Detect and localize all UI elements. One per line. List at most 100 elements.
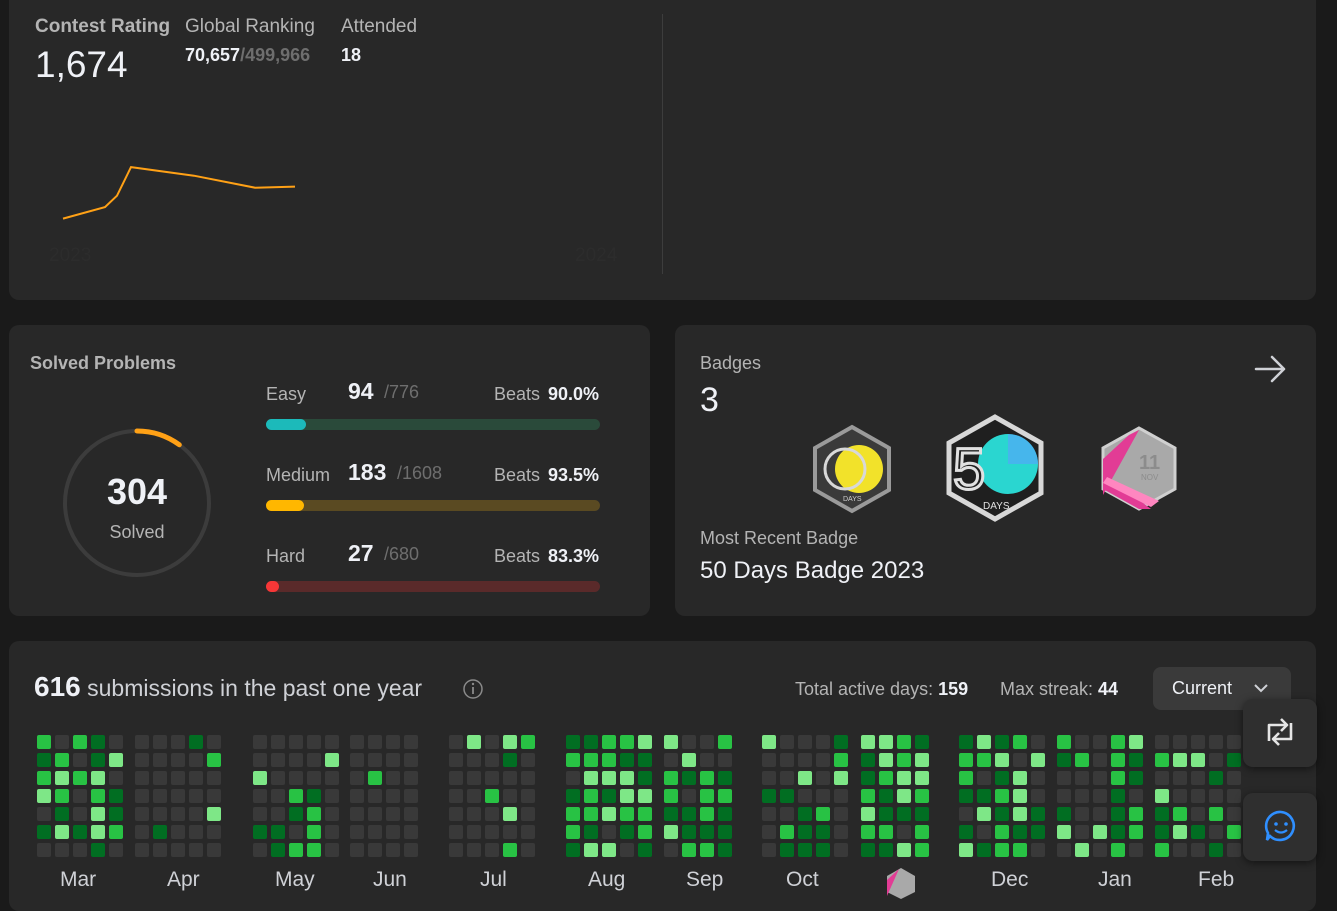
heatmap-day-cell[interactable] xyxy=(1173,753,1187,767)
heatmap-day-cell[interactable] xyxy=(271,789,285,803)
heatmap-day-cell[interactable] xyxy=(109,843,123,857)
heatmap-day-cell[interactable] xyxy=(253,735,267,749)
heatmap-day-cell[interactable] xyxy=(798,789,812,803)
heatmap-day-cell[interactable] xyxy=(1057,789,1071,803)
heatmap-day-cell[interactable] xyxy=(1129,771,1143,785)
heatmap-day-cell[interactable] xyxy=(700,789,714,803)
heatmap-day-cell[interactable] xyxy=(620,843,634,857)
heatmap-day-cell[interactable] xyxy=(404,843,418,857)
heatmap-day-cell[interactable] xyxy=(1129,807,1143,821)
heatmap-day-cell[interactable] xyxy=(879,753,893,767)
heatmap-day-cell[interactable] xyxy=(1173,825,1187,839)
heatmap-day-cell[interactable] xyxy=(1057,825,1071,839)
heatmap-day-cell[interactable] xyxy=(1191,807,1205,821)
heatmap-day-cell[interactable] xyxy=(91,789,105,803)
heatmap-day-cell[interactable] xyxy=(959,825,973,839)
heatmap-day-cell[interactable] xyxy=(253,825,267,839)
heatmap-day-cell[interactable] xyxy=(915,771,929,785)
heatmap-day-cell[interactable] xyxy=(718,825,732,839)
heatmap-day-cell[interactable] xyxy=(762,771,776,785)
heatmap-day-cell[interactable] xyxy=(485,825,499,839)
heatmap-day-cell[interactable] xyxy=(1227,825,1241,839)
heatmap-day-cell[interactable] xyxy=(816,753,830,767)
heatmap-day-cell[interactable] xyxy=(1111,843,1125,857)
heatmap-day-cell[interactable] xyxy=(682,753,696,767)
heatmap-day-cell[interactable] xyxy=(1093,753,1107,767)
heatmap-day-cell[interactable] xyxy=(700,843,714,857)
heatmap-day-cell[interactable] xyxy=(189,753,203,767)
heatmap-day-cell[interactable] xyxy=(1013,825,1027,839)
heatmap-day-cell[interactable] xyxy=(816,771,830,785)
heatmap-day-cell[interactable] xyxy=(602,789,616,803)
heatmap-day-cell[interactable] xyxy=(1111,735,1125,749)
heatmap-day-cell[interactable] xyxy=(1013,735,1027,749)
heatmap-day-cell[interactable] xyxy=(977,771,991,785)
heatmap-day-cell[interactable] xyxy=(861,753,875,767)
heatmap-day-cell[interactable] xyxy=(798,843,812,857)
heatmap-day-cell[interactable] xyxy=(135,843,149,857)
heatmap-day-cell[interactable] xyxy=(55,735,69,749)
heatmap-day-cell[interactable] xyxy=(503,843,517,857)
heatmap-day-cell[interactable] xyxy=(171,735,185,749)
heatmap-day-cell[interactable] xyxy=(1155,735,1169,749)
heatmap-day-cell[interactable] xyxy=(368,807,382,821)
heatmap-day-cell[interactable] xyxy=(1173,807,1187,821)
heatmap-day-cell[interactable] xyxy=(638,843,652,857)
heatmap-day-cell[interactable] xyxy=(1227,753,1241,767)
heatmap-day-cell[interactable] xyxy=(1075,753,1089,767)
heatmap-day-cell[interactable] xyxy=(521,789,535,803)
heatmap-day-cell[interactable] xyxy=(350,825,364,839)
heatmap-day-cell[interactable] xyxy=(879,825,893,839)
heatmap-day-cell[interactable] xyxy=(207,825,221,839)
heatmap-day-cell[interactable] xyxy=(207,843,221,857)
heatmap-day-cell[interactable] xyxy=(37,771,51,785)
heatmap-day-cell[interactable] xyxy=(1191,735,1205,749)
heatmap-day-cell[interactable] xyxy=(995,789,1009,803)
heatmap-day-cell[interactable] xyxy=(1191,753,1205,767)
heatmap-day-cell[interactable] xyxy=(207,807,221,821)
heatmap-day-cell[interactable] xyxy=(566,771,580,785)
heatmap-day-cell[interactable] xyxy=(109,753,123,767)
heatmap-day-cell[interactable] xyxy=(1057,771,1071,785)
heatmap-day-cell[interactable] xyxy=(289,843,303,857)
heatmap-day-cell[interactable] xyxy=(620,825,634,839)
heatmap-day-cell[interactable] xyxy=(91,735,105,749)
heatmap-day-cell[interactable] xyxy=(664,825,678,839)
heatmap-day-cell[interactable] xyxy=(55,807,69,821)
heatmap-day-cell[interactable] xyxy=(207,735,221,749)
heatmap-day-cell[interactable] xyxy=(153,735,167,749)
heatmap-day-cell[interactable] xyxy=(897,825,911,839)
heatmap-day-cell[interactable] xyxy=(189,771,203,785)
heatmap-day-cell[interactable] xyxy=(1173,771,1187,785)
heatmap-day-cell[interactable] xyxy=(762,825,776,839)
heatmap-day-cell[interactable] xyxy=(664,753,678,767)
heatmap-day-cell[interactable] xyxy=(1031,735,1045,749)
heatmap-day-cell[interactable] xyxy=(485,807,499,821)
heatmap-day-cell[interactable] xyxy=(1031,807,1045,821)
heatmap-day-cell[interactable] xyxy=(780,789,794,803)
heatmap-day-cell[interactable] xyxy=(620,789,634,803)
heatmap-day-cell[interactable] xyxy=(566,789,580,803)
heatmap-day-cell[interactable] xyxy=(682,843,696,857)
heatmap-day-cell[interactable] xyxy=(368,771,382,785)
heatmap-day-cell[interactable] xyxy=(879,807,893,821)
heatmap-day-cell[interactable] xyxy=(1227,771,1241,785)
heatmap-day-cell[interactable] xyxy=(620,807,634,821)
heatmap-day-cell[interactable] xyxy=(762,735,776,749)
heatmap-day-cell[interactable] xyxy=(584,735,598,749)
heatmap-day-cell[interactable] xyxy=(503,771,517,785)
heatmap-day-cell[interactable] xyxy=(350,771,364,785)
heatmap-day-cell[interactable] xyxy=(37,807,51,821)
heatmap-day-cell[interactable] xyxy=(404,807,418,821)
heatmap-day-cell[interactable] xyxy=(271,807,285,821)
heatmap-day-cell[interactable] xyxy=(368,753,382,767)
heatmap-day-cell[interactable] xyxy=(91,753,105,767)
heatmap-day-cell[interactable] xyxy=(271,771,285,785)
heatmap-day-cell[interactable] xyxy=(977,843,991,857)
heatmap-day-cell[interactable] xyxy=(386,771,400,785)
heatmap-day-cell[interactable] xyxy=(1111,771,1125,785)
heatmap-day-cell[interactable] xyxy=(73,843,87,857)
heatmap-day-cell[interactable] xyxy=(55,843,69,857)
heatmap-day-cell[interactable] xyxy=(718,807,732,821)
heatmap-day-cell[interactable] xyxy=(1111,753,1125,767)
